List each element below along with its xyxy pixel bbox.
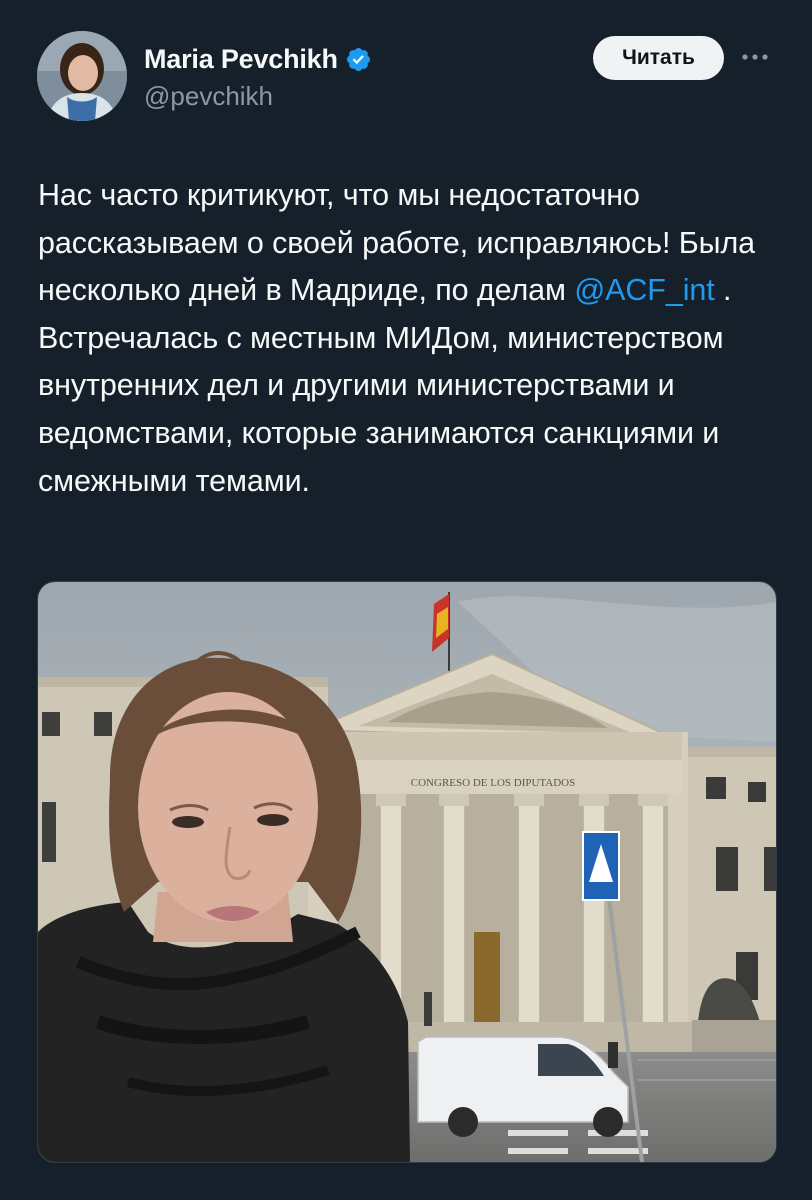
tweet-photo[interactable]: CONGRESO DE LOS DIPUTADOS [37, 581, 777, 1163]
author-handle[interactable]: @pevchikh [144, 81, 273, 112]
author-name-row[interactable]: Maria Pevchikh [144, 42, 372, 76]
building-inscription: CONGRESO DE LOS DIPUTADOS [411, 777, 575, 789]
follow-button[interactable]: Читать [593, 36, 724, 80]
mention-link[interactable]: @ACF_int [574, 273, 714, 307]
author-display-name[interactable]: Maria Pevchikh [144, 44, 338, 75]
tweet-text: Нас часто критикуют, что мы недостаточно… [38, 172, 778, 505]
author-avatar[interactable] [37, 31, 127, 121]
photo-image: CONGRESO DE LOS DIPUTADOS [38, 582, 776, 1162]
more-horizontal-icon[interactable] [738, 46, 772, 68]
avatar-image [37, 31, 127, 121]
verified-badge-icon [345, 46, 372, 73]
